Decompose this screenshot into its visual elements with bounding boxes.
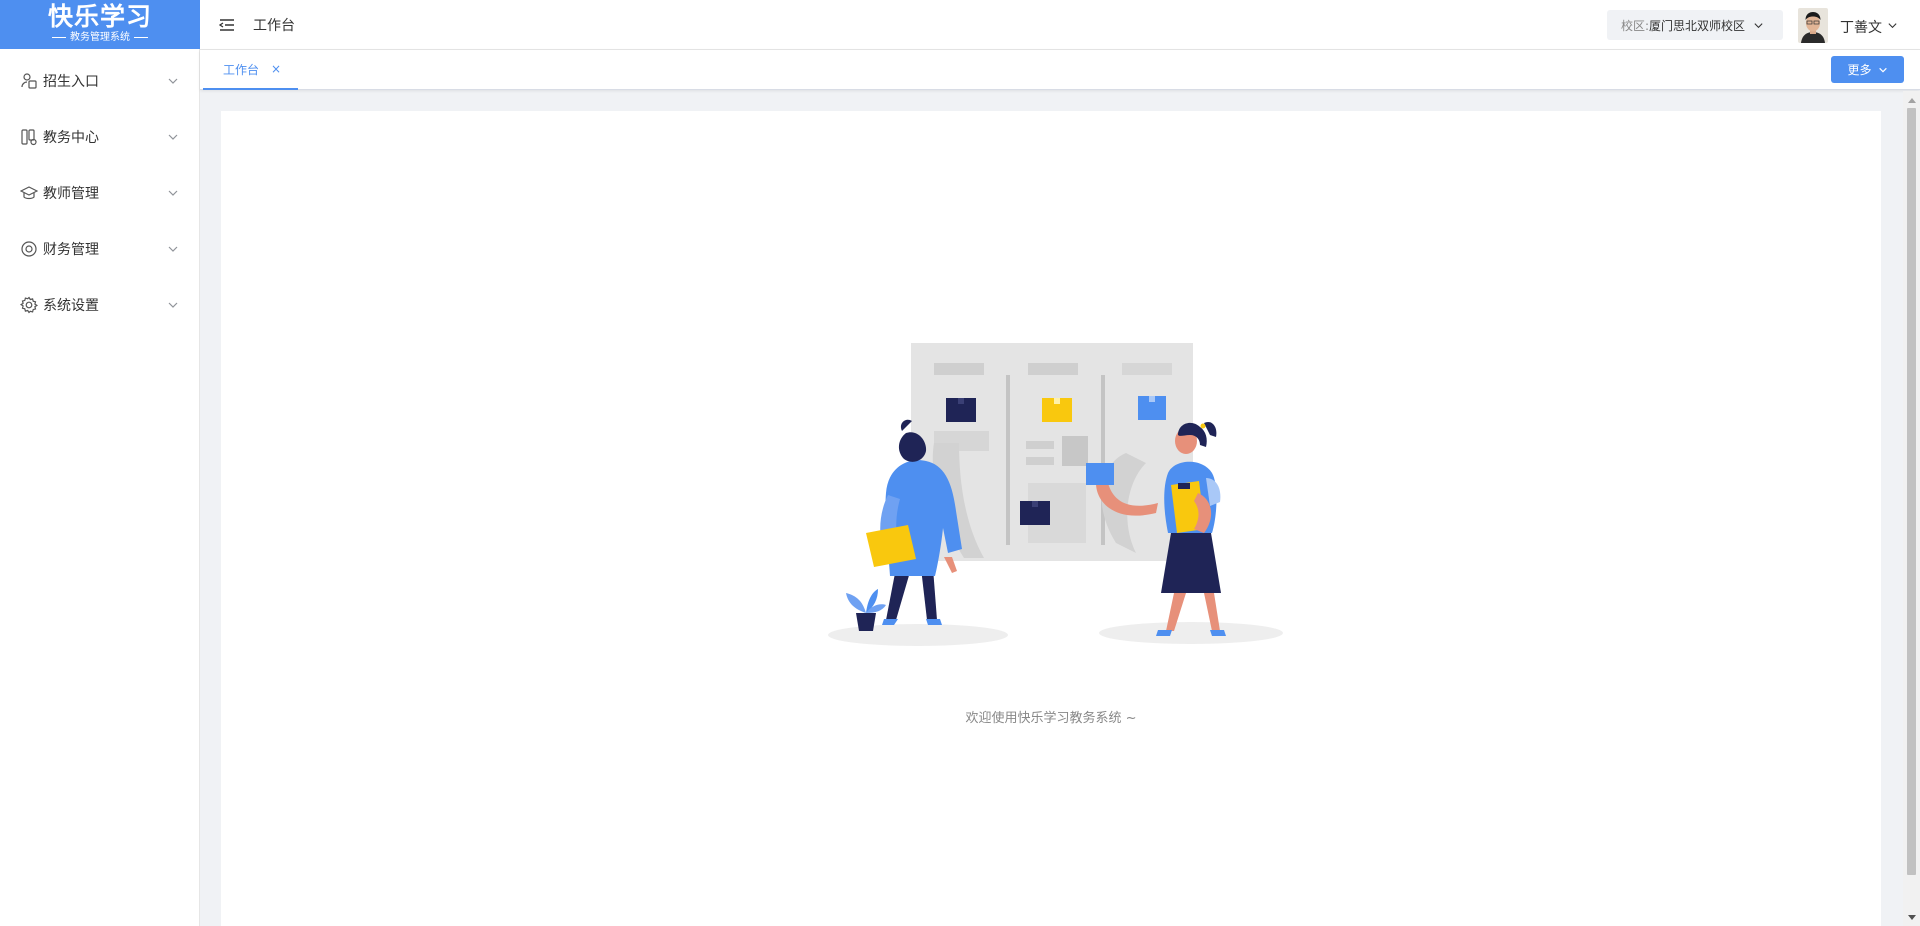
page-title: 工作台 [253, 17, 295, 34]
tab-label: 工作台 [223, 62, 260, 77]
welcome-illustration [828, 343, 1283, 646]
chevron-down-icon [168, 190, 178, 196]
chevron-down-icon [168, 134, 178, 140]
vertical-scrollbar[interactable] [1903, 91, 1920, 926]
campus-value: 厦门思北双师校区 [1649, 18, 1746, 33]
tabs-bar: 工作台 × 更多 [200, 50, 1920, 90]
campus-label: 校区: [1621, 18, 1650, 33]
academic-icon [19, 127, 39, 147]
tab-workbench[interactable]: 工作台 × [203, 50, 298, 90]
close-icon[interactable]: × [271, 62, 281, 76]
graduation-cap-icon [19, 183, 39, 203]
sidebar-item-enrollment[interactable]: 招生入口 [0, 53, 199, 109]
menu-collapse-icon[interactable] [219, 18, 235, 32]
campus-selector[interactable]: 校区: 厦门思北双师校区 [1607, 10, 1783, 40]
sidebar-menu: 招生入口 教务中心 教师管理 财务管理 系统设置 [0, 49, 199, 333]
scroll-up-icon[interactable] [1903, 91, 1920, 108]
sidebar-item-teachers[interactable]: 教师管理 [0, 165, 199, 221]
sidebar-item-settings[interactable]: 系统设置 [0, 277, 199, 333]
chevron-down-icon [1878, 67, 1887, 73]
sidebar-item-label: 招生入口 [43, 74, 99, 90]
username[interactable]: 丁善文 [1840, 17, 1882, 37]
chevron-down-icon [168, 78, 178, 84]
gear-icon [19, 295, 39, 315]
more-button-label: 更多 [1847, 63, 1872, 77]
sidebar-item-label: 教务中心 [43, 130, 99, 146]
more-button[interactable]: 更多 [1831, 56, 1904, 83]
welcome-message: 欢迎使用快乐学习教务系统 ~ [965, 711, 1137, 726]
sidebar-item-finance[interactable]: 财务管理 [0, 221, 199, 277]
sidebar-item-label: 系统设置 [43, 298, 99, 314]
sidebar-item-label: 教师管理 [43, 186, 99, 202]
finance-icon [19, 239, 39, 259]
chevron-down-icon [168, 302, 178, 308]
logo[interactable]: 快乐学习 教务管理系统 [0, 0, 200, 49]
main-content: 欢迎使用快乐学习教务系统 ~ [221, 111, 1881, 926]
enrollment-icon [19, 71, 39, 91]
scrollbar-thumb[interactable] [1907, 108, 1916, 875]
chevron-down-icon [168, 246, 178, 252]
logo-title: 快乐学习 [47, 2, 152, 31]
top-header: 工作台 校区: 厦门思北双师校区 丁善文 [200, 0, 1920, 50]
scroll-down-icon[interactable] [1903, 909, 1920, 926]
logo-subtitle: 教务管理系统 [0, 31, 200, 44]
sidebar-item-academic[interactable]: 教务中心 [0, 109, 199, 165]
chevron-down-icon [1754, 22, 1763, 28]
chevron-down-icon[interactable] [1887, 20, 1898, 31]
avatar[interactable] [1798, 8, 1828, 43]
sidebar-item-label: 财务管理 [43, 242, 99, 258]
sidebar: 快乐学习 教务管理系统 招生入口 教务中心 教师管理 财务管理 系统设置 [0, 0, 200, 926]
